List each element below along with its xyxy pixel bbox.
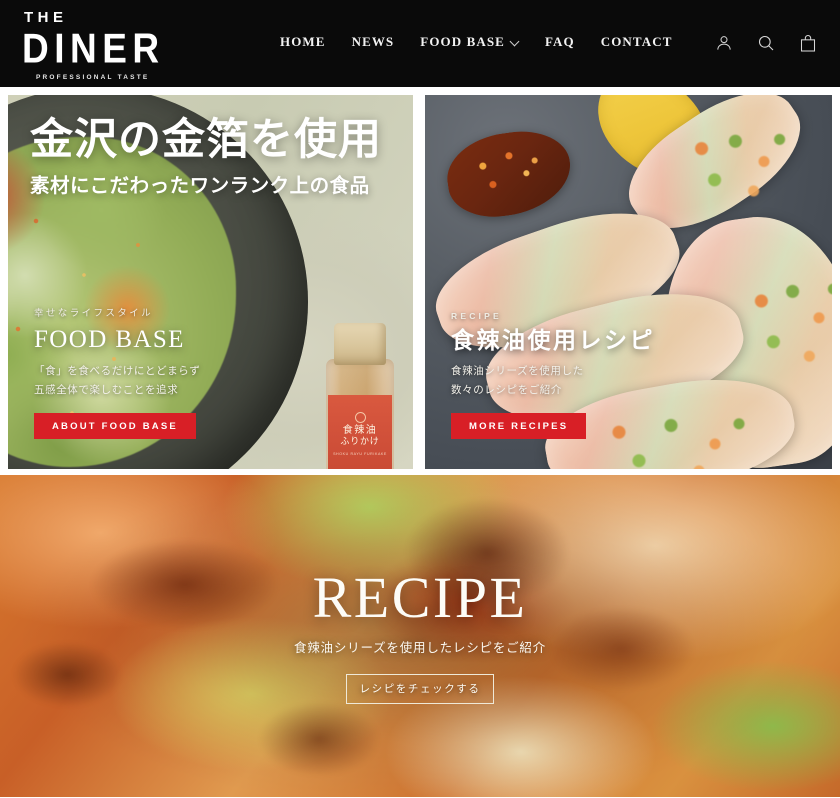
bottle-cap-shape bbox=[334, 323, 386, 365]
recipe-banner[interactable]: RECIPE 食辣油シリーズを使用したレシピをご紹介 レシピをチェックする bbox=[0, 475, 840, 797]
nav-item-home[interactable]: HOME bbox=[280, 34, 326, 50]
bottle-label-line2: ふりかけ bbox=[340, 437, 380, 448]
vegetable-filling-shape bbox=[673, 121, 803, 213]
recipe-description: 食辣油シリーズを使用した 数々のレシピをご紹介 bbox=[451, 362, 655, 399]
recipe-desc-line1: 食辣油シリーズを使用した bbox=[451, 365, 584, 378]
check-recipes-button[interactable]: レシピをチェックする bbox=[346, 673, 494, 704]
recipe-banner-subtitle: 食辣油シリーズを使用したレシピをご紹介 bbox=[293, 639, 547, 655]
nav-label-contact: CONTACT bbox=[600, 34, 673, 49]
recipe-desc-line2: 数々のレシピをご紹介 bbox=[451, 383, 562, 396]
logo-the-text: THE bbox=[24, 9, 68, 26]
hero-card-recipe[interactable]: RECIPE 食辣油使用レシピ 食辣油シリーズを使用した 数々のレシピをご紹介 … bbox=[425, 95, 832, 469]
recipe-banner-title: RECIPE bbox=[312, 564, 528, 630]
search-icon[interactable] bbox=[756, 33, 776, 55]
recipe-banner-content: RECIPE 食辣油シリーズを使用したレシピをご紹介 レシピをチェックする bbox=[0, 475, 840, 797]
bottle-label: 食辣油 ふりかけ SHOKU RAYU FURIKAKE bbox=[328, 395, 392, 469]
chevron-down-icon bbox=[511, 37, 519, 45]
bottle-label-sub: SHOKU RAYU FURIKAKE bbox=[333, 451, 387, 456]
nav-item-food-base[interactable]: FOOD BASE bbox=[420, 34, 519, 50]
recipe-eyebrow: RECIPE bbox=[451, 310, 502, 321]
nav-label-news: NEWS bbox=[351, 34, 395, 49]
nav-label-faq: FAQ bbox=[544, 34, 575, 49]
hero-headline-group: 金沢の金箔を使用 素材にこだわったワンランク上の食品 bbox=[30, 117, 382, 198]
main-navigation: HOME NEWS FOOD BASE FAQ CONTACT bbox=[280, 34, 672, 50]
nav-label-food-base: FOOD BASE bbox=[420, 34, 505, 49]
food-base-title: FOOD BASE bbox=[34, 325, 185, 353]
nav-item-faq[interactable]: FAQ bbox=[545, 34, 575, 50]
brand-mark-icon bbox=[354, 412, 366, 424]
logo-diner-text: DINER bbox=[22, 25, 165, 72]
nav-item-contact[interactable]: CONTACT bbox=[601, 34, 673, 50]
about-food-base-button[interactable]: ABOUT FOOD BASE bbox=[34, 413, 196, 439]
hero-card-food-base[interactable]: 食辣油 ふりかけ SHOKU RAYU FURIKAKE 金沢の金箔を使用 素材… bbox=[8, 95, 413, 469]
food-base-desc-line1: 「食」を食べるだけにとどまらず bbox=[34, 365, 201, 378]
cart-icon[interactable] bbox=[798, 33, 818, 55]
chili-oil-shape bbox=[441, 124, 577, 224]
vegetable-filling-shape bbox=[735, 265, 832, 385]
page-root: THE DINER PROFESSIONAL TASTE HOME NEWS F… bbox=[0, 0, 840, 798]
food-base-copy-block: 幸せなライフスタイル FOOD BASE 「食」を食べるだけにとどまらず 五感全… bbox=[34, 305, 200, 439]
recipe-copy-block: RECIPE 食辣油使用レシピ 食辣油シリーズを使用した 数々のレシピをご紹介 … bbox=[451, 311, 655, 439]
food-base-description: 「食」を食べるだけにとどまらず 五感全体で楽しむことを追求 bbox=[34, 362, 200, 399]
header-icon-group bbox=[714, 33, 818, 55]
nav-label-home: HOME bbox=[280, 34, 326, 49]
recipe-title: 食辣油使用レシピ bbox=[451, 326, 655, 354]
product-bottle-image: 食辣油 ふりかけ SHOKU RAYU FURIKAKE bbox=[326, 323, 394, 469]
nav-item-news[interactable]: NEWS bbox=[352, 34, 395, 50]
hero-card-row: 食辣油 ふりかけ SHOKU RAYU FURIKAKE 金沢の金箔を使用 素材… bbox=[0, 87, 840, 475]
food-base-desc-line2: 五感全体で楽しむことを追求 bbox=[34, 383, 179, 396]
more-recipes-button[interactable]: MORE RECIPES bbox=[451, 413, 587, 439]
account-icon[interactable] bbox=[714, 33, 734, 55]
hero-headline: 金沢の金箔を使用 bbox=[30, 115, 382, 165]
food-base-eyebrow: 幸せなライフスタイル bbox=[34, 307, 154, 319]
hero-subheadline: 素材にこだわったワンランク上の食品 bbox=[30, 174, 370, 198]
bottle-label-line1: 食辣油 bbox=[342, 425, 378, 437]
site-header: THE DINER PROFESSIONAL TASTE HOME NEWS F… bbox=[0, 0, 840, 87]
site-logo[interactable]: THE DINER PROFESSIONAL TASTE bbox=[22, 10, 202, 82]
logo-tagline: PROFESSIONAL TASTE bbox=[36, 74, 150, 81]
